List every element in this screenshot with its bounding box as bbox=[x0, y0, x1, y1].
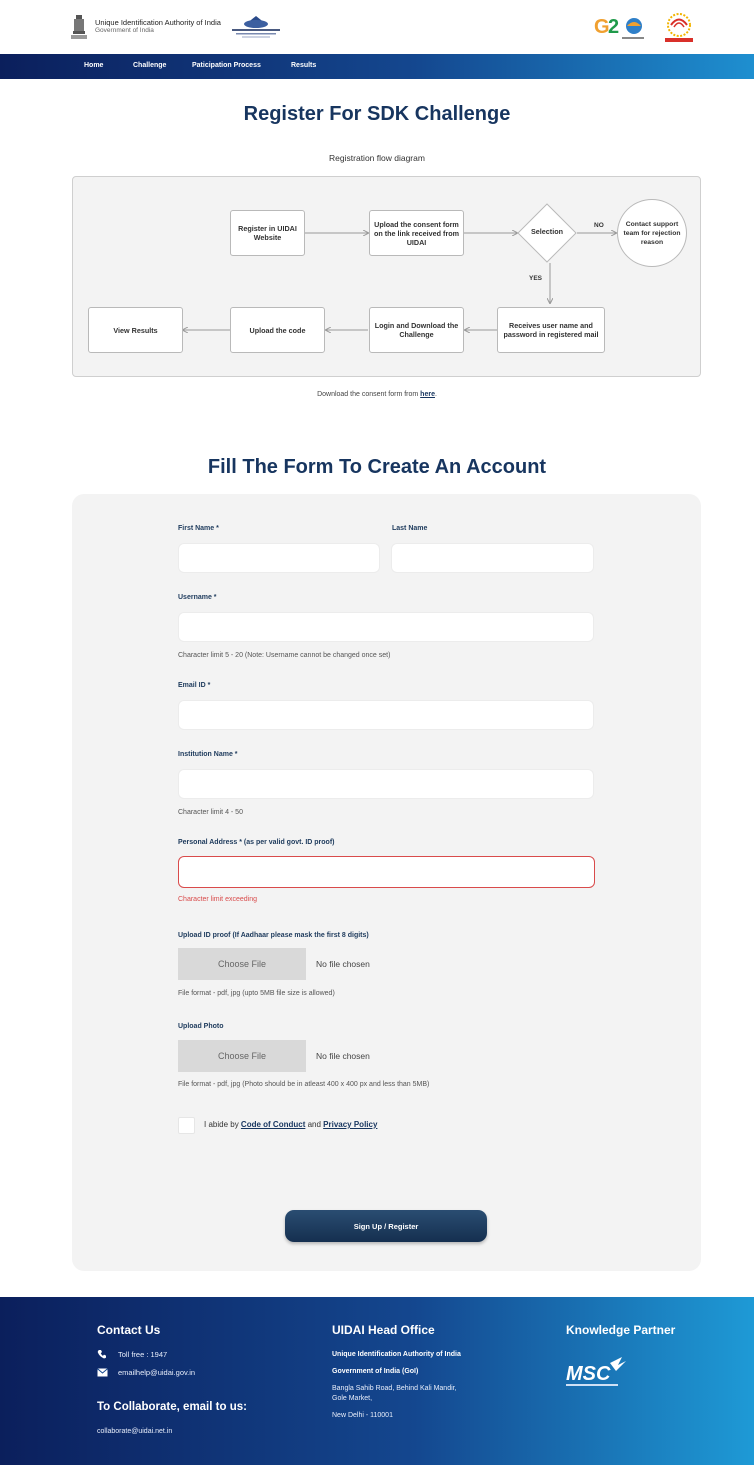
register-title: Register For SDK Challenge bbox=[243, 103, 511, 125]
top-header: Unique Identification Authority of India… bbox=[0, 0, 754, 54]
id-proof-label: Upload ID proof (If Aadhaar please mask … bbox=[178, 932, 369, 939]
collaborate-title: To Collaborate, email to us: bbox=[97, 1401, 247, 1413]
sign-up-register-button[interactable]: Sign Up / Register bbox=[285, 1210, 487, 1242]
org-name: Unique Identification Authority of India bbox=[95, 18, 221, 27]
diagram-caption: Registration flow diagram bbox=[329, 153, 425, 163]
address-input[interactable] bbox=[178, 856, 595, 888]
photo-label: Upload Photo bbox=[178, 1023, 224, 1030]
username-input[interactable] bbox=[178, 612, 594, 642]
institution-label: Institution Name * bbox=[178, 751, 238, 758]
svg-text:MSC: MSC bbox=[566, 1363, 611, 1385]
last-name-input[interactable] bbox=[391, 543, 594, 573]
nav-participation-process[interactable]: Paticipation Process bbox=[192, 62, 261, 69]
selection-label: Selection bbox=[531, 227, 563, 236]
svg-text:2: 2 bbox=[608, 16, 619, 38]
consent-text: Download the consent form from bbox=[317, 391, 421, 398]
privacy-policy-link[interactable]: Privacy Policy bbox=[323, 1120, 377, 1129]
flow-step-receives-credentials: Receives user name and password in regis… bbox=[497, 307, 605, 353]
address-label: Personal Address * (as per valid govt. I… bbox=[178, 839, 335, 846]
office-line-5: New Delhi - 110001 bbox=[332, 1412, 393, 1419]
last-name-label: Last Name bbox=[392, 525, 428, 532]
form-title: Fill The Form To Create An Account bbox=[207, 456, 547, 478]
flow-step-contact-support: Contact support team for rejection reaso… bbox=[617, 199, 687, 267]
mail-icon bbox=[97, 1368, 108, 1377]
help-email-link[interactable]: emailhelp@uidai.gov.in bbox=[118, 1368, 195, 1378]
username-hint: Character limit 5 - 20 (Note: Username c… bbox=[178, 652, 391, 659]
code-of-conduct-link[interactable]: Code of Conduct bbox=[241, 1120, 305, 1129]
flow-step-view-results: View Results bbox=[88, 307, 183, 353]
flow-step-register: Register in UIDAI Website bbox=[230, 210, 305, 256]
toll-free-text: Toll free : 1947 bbox=[118, 1350, 168, 1359]
phone-icon bbox=[97, 1350, 106, 1359]
flow-step-upload-consent: Upload the consent form on the link rece… bbox=[369, 210, 464, 256]
partner-title: Knowledge Partner bbox=[566, 1323, 676, 1337]
iiit-logo[interactable] bbox=[228, 14, 284, 40]
address-error: Character limit exceeding bbox=[178, 896, 257, 903]
first-name-input[interactable] bbox=[178, 543, 380, 573]
photo-no-file: No file chosen bbox=[316, 1051, 370, 1061]
office-line-4: Gole Market, bbox=[332, 1395, 373, 1402]
flow-step-upload-code: Upload the code bbox=[230, 307, 325, 353]
nav-home[interactable]: Home bbox=[84, 62, 103, 69]
org-sub: Government of India bbox=[95, 27, 154, 34]
office-line-3: Bangla Sahib Road, Behind Kali Mandir, bbox=[332, 1385, 457, 1392]
photo-choose-file-button[interactable]: Choose File bbox=[178, 1040, 306, 1072]
email-input[interactable] bbox=[178, 700, 594, 730]
id-proof-no-file: No file chosen bbox=[316, 959, 370, 969]
institution-hint: Character limit 4 - 50 bbox=[178, 809, 243, 816]
agree-text: I abide by Code of Conduct and Privacy P… bbox=[204, 1120, 377, 1129]
first-name-label: First Name * bbox=[178, 525, 219, 532]
emblem-icon bbox=[71, 15, 87, 39]
registration-flow-diagram: Register in UIDAI Website Upload the con… bbox=[72, 176, 701, 377]
office-line-2: Government of India (GoI) bbox=[332, 1368, 419, 1375]
institution-input[interactable] bbox=[178, 769, 594, 799]
email-label: Email ID * bbox=[178, 682, 211, 689]
aadhaar-logo[interactable] bbox=[662, 12, 696, 44]
collaborate-email-link[interactable]: collaborate@uidai.net.in bbox=[97, 1427, 172, 1437]
nav-results[interactable]: Results bbox=[291, 62, 316, 69]
username-label: Username * bbox=[178, 594, 217, 601]
id-proof-choose-file-button[interactable]: Choose File bbox=[178, 948, 306, 980]
flow-step-selection: Selection bbox=[517, 203, 577, 263]
contact-title: Contact Us bbox=[97, 1323, 161, 1337]
flow-step-login-download: Login and Download the Challenge bbox=[369, 307, 464, 353]
agree-and: and bbox=[305, 1120, 324, 1129]
main-navbar: Home Challenge Paticipation Process Resu… bbox=[0, 54, 754, 79]
consent-here-link[interactable]: here bbox=[420, 391, 435, 398]
agree-prefix: I abide by bbox=[204, 1120, 241, 1129]
photo-hint: File format - pdf, jpg (Photo should be … bbox=[178, 1081, 430, 1088]
consent-download: Download the consent form from here. bbox=[0, 391, 754, 398]
office-line-1: Unique Identification Authority of India bbox=[332, 1351, 461, 1358]
flow-label-yes: YES bbox=[529, 275, 543, 282]
nav-challenge[interactable]: Challenge bbox=[133, 62, 166, 69]
flow-label-no: NO bbox=[594, 222, 604, 229]
id-proof-hint: File format - pdf, jpg (upto 5MB file si… bbox=[178, 990, 335, 997]
g20-logo[interactable]: G 2 bbox=[594, 14, 650, 42]
agree-checkbox[interactable] bbox=[178, 1117, 195, 1134]
msc-logo[interactable]: MSC bbox=[566, 1355, 636, 1391]
consent-suffix: . bbox=[434, 391, 437, 398]
office-title: UIDAI Head Office bbox=[332, 1323, 435, 1337]
